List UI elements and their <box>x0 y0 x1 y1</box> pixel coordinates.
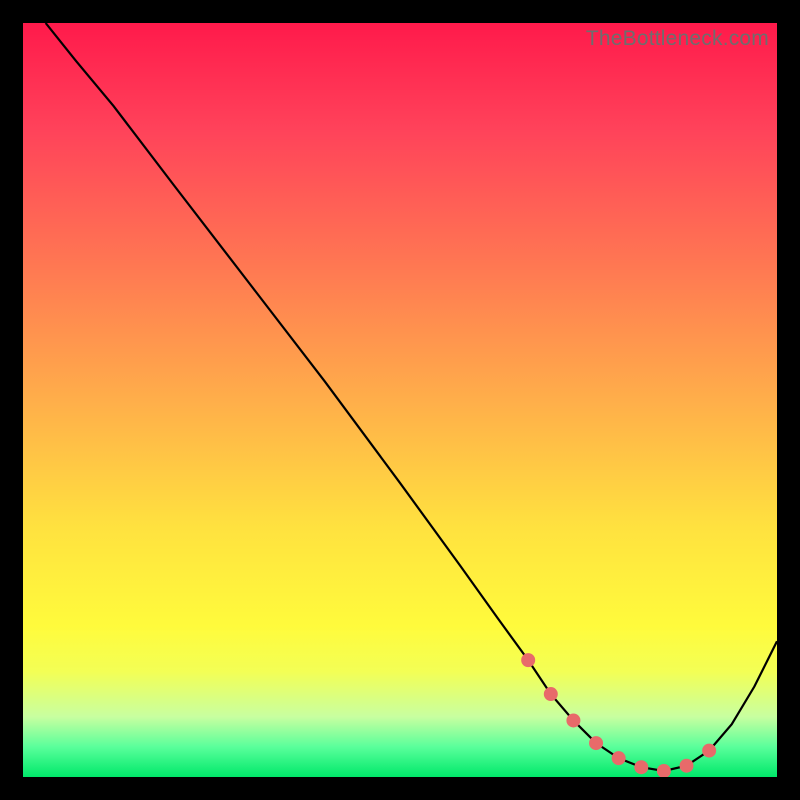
chart-svg <box>23 23 777 777</box>
marker-dot <box>635 761 648 774</box>
marker-dot <box>590 737 603 750</box>
marker-dot <box>703 744 716 757</box>
chart-markers <box>522 654 716 777</box>
marker-dot <box>522 654 535 667</box>
chart-stage: TheBottleneck.com <box>0 0 800 800</box>
marker-dot <box>680 759 693 772</box>
marker-dot <box>657 764 670 777</box>
chart-curve <box>46 23 777 771</box>
marker-dot <box>612 752 625 765</box>
marker-dot <box>544 688 557 701</box>
chart-plot-area: TheBottleneck.com <box>23 23 777 777</box>
marker-dot <box>567 714 580 727</box>
